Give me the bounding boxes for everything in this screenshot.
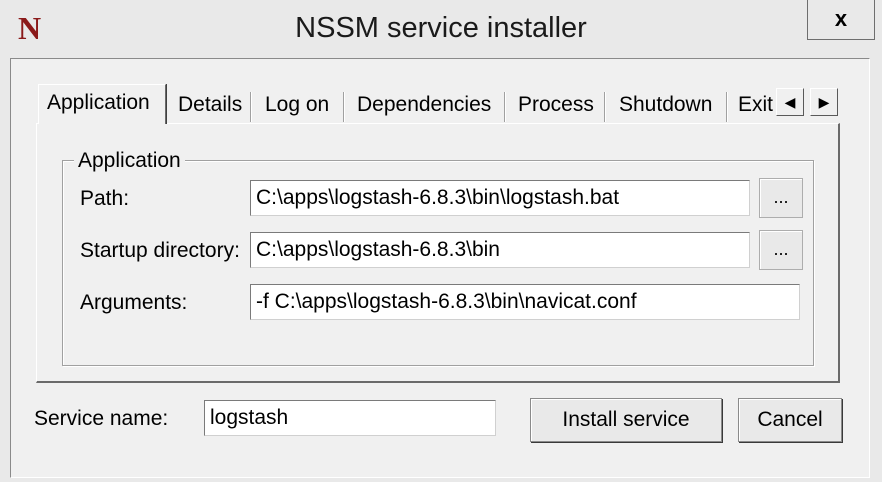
application-group-label: Application [74,149,185,173]
arguments-input[interactable]: -f C:\apps\logstash-6.8.3\bin\navicat.co… [250,284,800,320]
tab-scroll-right-icon[interactable]: ▶ [810,88,838,116]
tab-shutdown[interactable]: Shutdown [611,90,725,122]
tab-separator [250,92,252,122]
startup-directory-input[interactable]: C:\apps\logstash-6.8.3\bin [250,232,750,268]
startup-directory-browse-button[interactable]: ... [759,230,803,270]
window-title: NSSM service installer [295,12,587,44]
install-service-button[interactable]: Install service [530,398,722,442]
tab-separator [343,92,345,122]
tab-strip: Application Details Log on Dependencies … [38,84,798,124]
close-button[interactable]: x [807,0,875,40]
nssm-logo-icon: N [18,10,42,46]
tab-log-on[interactable]: Log on [257,90,343,122]
path-browse-button[interactable]: ... [759,178,803,218]
tab-process[interactable]: Process [510,90,604,122]
arguments-label: Arguments: [80,291,188,314]
startup-directory-label: Startup directory: [80,239,240,262]
tab-application[interactable]: Application [38,84,166,124]
tab-scroll-left-icon[interactable]: ◀ [776,88,804,116]
tab-separator [504,92,506,122]
tab-exit[interactable]: Exit [730,90,776,122]
tab-details[interactable]: Details [170,90,250,122]
cancel-button[interactable]: Cancel [738,398,842,442]
path-input[interactable]: C:\apps\logstash-6.8.3\bin\logstash.bat [250,180,750,216]
tab-dependencies[interactable]: Dependencies [349,90,504,122]
service-name-label: Service name: [34,407,169,430]
tab-separator [726,92,728,122]
title-bar: N NSSM service installer x [0,0,882,56]
tab-separator [604,92,606,122]
service-name-input[interactable]: logstash [204,400,496,436]
path-label: Path: [80,187,130,210]
